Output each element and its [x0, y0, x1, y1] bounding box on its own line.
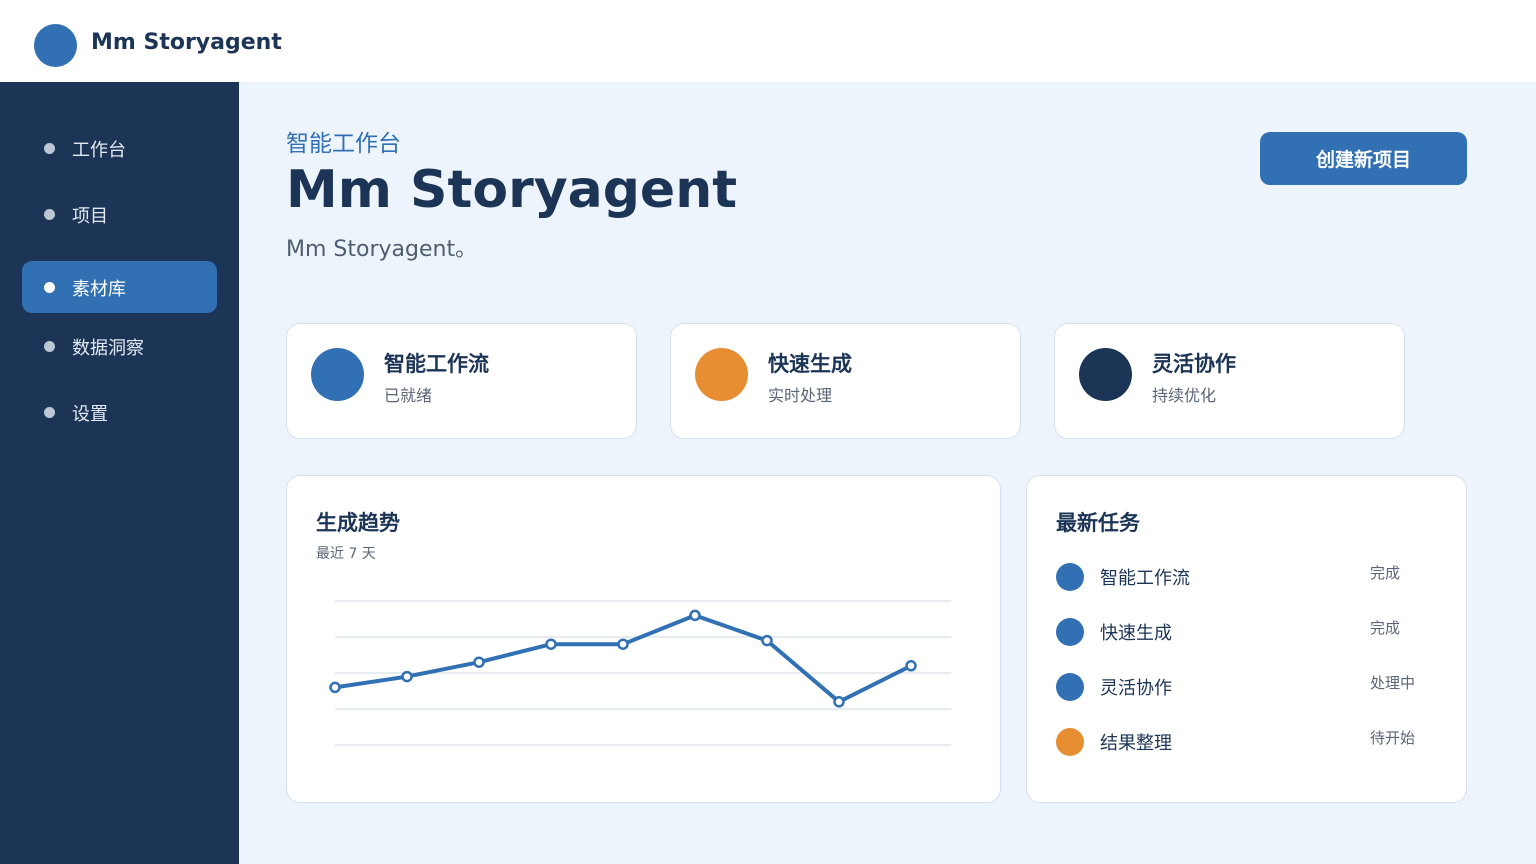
trend-chart — [329, 600, 951, 746]
logo-icon — [34, 24, 77, 67]
task-status: 完成 — [1370, 564, 1401, 582]
task-status-dot-icon — [1056, 563, 1084, 591]
sidebar-item-label: 素材库 — [72, 279, 126, 300]
sidebar-item-label: 项目 — [72, 206, 108, 227]
sidebar: 工作台 项目 素材库 数据洞察 设置 — [0, 82, 239, 864]
sidebar-item-projects[interactable]: 项目 — [22, 188, 217, 240]
chart-point[interactable] — [329, 681, 341, 694]
sidebar-item-label: 设置 — [72, 404, 108, 425]
trend-panel: 生成趋势 最近 7 天 — [286, 475, 1001, 803]
chart-point[interactable] — [545, 638, 557, 650]
tasks-panel: 最新任务 智能工作流 完成 快速生成 完成 灵活协作 处理中 结果整理 待开始 — [1026, 475, 1467, 803]
feature-title: 智能工作流 — [384, 352, 489, 376]
collaborate-icon — [1079, 348, 1132, 401]
sidebar-item-insights[interactable]: 数据洞察 — [22, 320, 217, 372]
task-status-dot-icon — [1056, 618, 1084, 646]
sidebar-item-workbench[interactable]: 工作台 — [22, 122, 217, 174]
task-status-dot-icon — [1056, 673, 1084, 701]
feature-title: 快速生成 — [768, 352, 852, 376]
chart-point[interactable] — [473, 656, 485, 668]
page-eyebrow: 智能工作台 — [286, 131, 401, 157]
task-status: 处理中 — [1370, 674, 1416, 692]
sidebar-item-label: 数据洞察 — [72, 338, 144, 359]
top-bar: Mm Storyagent — [0, 0, 1536, 82]
feature-card-generate: 快速生成 实时处理 — [670, 323, 1021, 439]
feature-subtitle: 已就绪 — [384, 386, 433, 405]
sidebar-item-label: 工作台 — [72, 140, 126, 161]
generate-icon — [695, 348, 748, 401]
chart-series-line — [334, 613, 912, 704]
chart-point[interactable] — [833, 696, 845, 708]
feature-card-workflow: 智能工作流 已就绪 — [286, 323, 637, 439]
page-subtitle: Mm Storyagent。 — [286, 237, 478, 262]
feature-card-collaborate: 灵活协作 持续优化 — [1054, 323, 1405, 439]
task-row[interactable]: 灵活协作 处理中 — [1056, 671, 1436, 701]
chart-point[interactable] — [617, 638, 629, 650]
bullet-icon — [44, 209, 55, 220]
chart-point[interactable] — [401, 670, 413, 683]
sidebar-item-assets[interactable]: 素材库 — [22, 261, 217, 313]
feature-subtitle: 持续优化 — [1152, 386, 1217, 405]
chart-point[interactable] — [689, 609, 701, 622]
feature-title: 灵活协作 — [1152, 352, 1236, 376]
bullet-icon — [44, 341, 55, 352]
sidebar-item-settings[interactable]: 设置 — [22, 386, 217, 438]
page-title: Mm Storyagent — [286, 160, 738, 220]
bullet-icon — [44, 407, 55, 418]
chart-point[interactable] — [761, 634, 773, 647]
chart-point[interactable] — [905, 660, 917, 672]
task-label: 智能工作流 — [1100, 568, 1190, 589]
task-label: 灵活协作 — [1100, 678, 1172, 699]
task-row[interactable]: 快速生成 完成 — [1056, 616, 1436, 646]
task-row[interactable]: 结果整理 待开始 — [1056, 726, 1436, 756]
create-project-button[interactable]: 创建新项目 — [1260, 132, 1467, 185]
task-label: 结果整理 — [1100, 733, 1172, 754]
task-status: 待开始 — [1370, 729, 1416, 747]
tasks-title: 最新任务 — [1056, 511, 1140, 535]
workflow-icon — [311, 348, 364, 401]
task-status: 完成 — [1370, 619, 1401, 637]
bullet-icon — [44, 143, 55, 154]
task-label: 快速生成 — [1100, 623, 1172, 644]
brand-name: Mm Storyagent — [91, 30, 282, 55]
feature-subtitle: 实时处理 — [768, 386, 833, 405]
task-status-dot-icon — [1056, 728, 1084, 756]
task-row[interactable]: 智能工作流 完成 — [1056, 561, 1436, 591]
bullet-icon — [44, 282, 55, 293]
